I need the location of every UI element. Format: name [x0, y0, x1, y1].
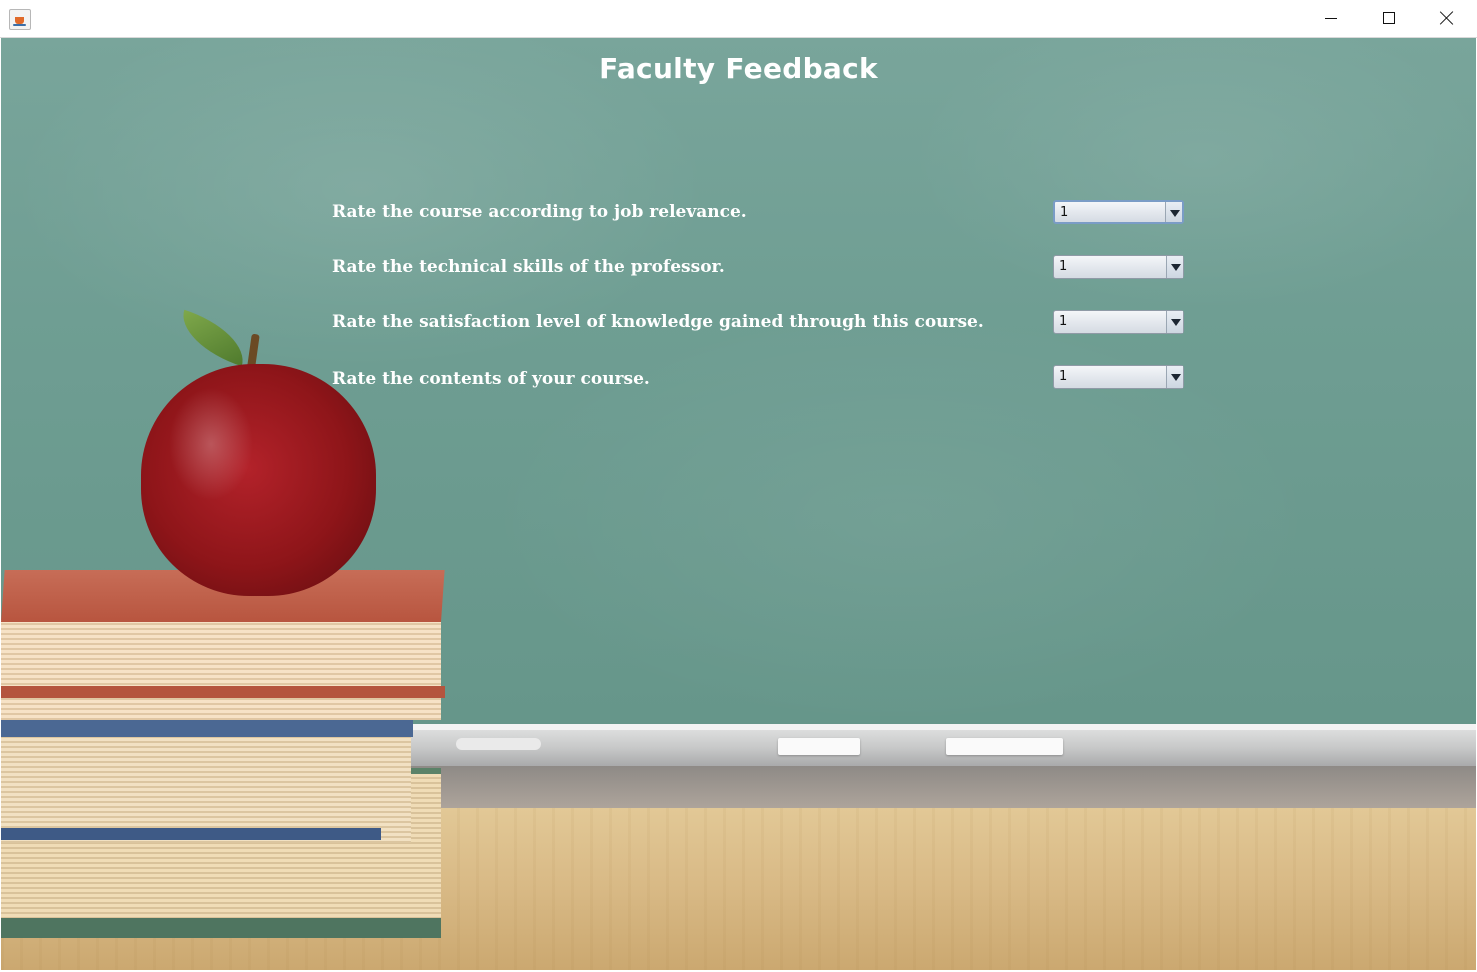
question-label-course-contents: Rate the contents of your course.	[332, 369, 650, 389]
minimize-icon	[1325, 18, 1337, 19]
question-label-technical-skills: Rate the technical skills of the profess…	[332, 257, 725, 277]
minimize-button[interactable]	[1302, 0, 1360, 37]
chevron-down-icon[interactable]	[1166, 256, 1183, 278]
book-red	[1, 620, 441, 720]
background-image	[1, 38, 1476, 970]
rating-dropdown-course-contents[interactable]: 1	[1053, 365, 1184, 389]
maximize-icon	[1383, 12, 1395, 24]
rating-dropdown-technical-skills[interactable]: 1	[1053, 255, 1184, 279]
chalk-piece	[778, 738, 860, 755]
question-label-job-relevance: Rate the course according to job relevan…	[332, 202, 747, 222]
rating-dropdown-job-relevance[interactable]: 1	[1053, 200, 1184, 224]
book-blue	[1, 728, 411, 843]
dropdown-value: 1	[1060, 205, 1069, 220]
java-cup-icon[interactable]	[9, 9, 31, 30]
chalk-tray	[401, 726, 1476, 766]
page-title: Faculty Feedback	[599, 52, 878, 85]
question-label-satisfaction: Rate the satisfaction level of knowledge…	[332, 312, 984, 332]
close-icon	[1440, 11, 1454, 25]
chevron-down-icon[interactable]	[1166, 311, 1183, 333]
close-button[interactable]	[1418, 0, 1476, 37]
dropdown-value: 1	[1059, 369, 1068, 384]
apple-image	[141, 364, 376, 596]
dropdown-value: 1	[1059, 259, 1068, 274]
window-title-bar	[0, 0, 1477, 38]
dropdown-value: 1	[1059, 314, 1068, 329]
rating-dropdown-satisfaction[interactable]: 1	[1053, 310, 1184, 334]
maximize-button[interactable]	[1360, 0, 1418, 37]
chevron-down-icon[interactable]	[1166, 366, 1183, 388]
chalk-piece	[946, 738, 1063, 755]
chevron-down-icon[interactable]	[1165, 202, 1182, 222]
